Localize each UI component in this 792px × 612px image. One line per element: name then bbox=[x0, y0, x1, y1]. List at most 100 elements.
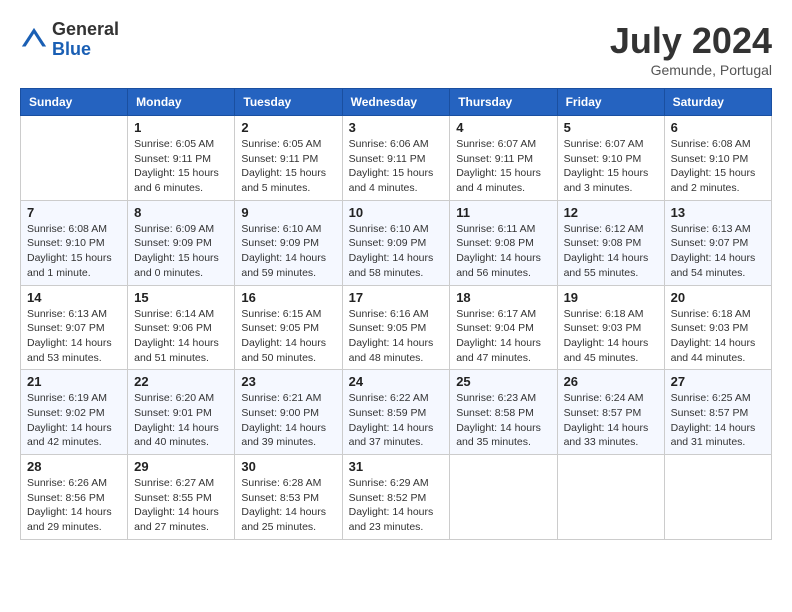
weekday-header-wednesday: Wednesday bbox=[342, 89, 450, 116]
day-info: Sunrise: 6:25 AMSunset: 8:57 PMDaylight:… bbox=[671, 391, 765, 450]
day-info: Sunrise: 6:09 AMSunset: 9:09 PMDaylight:… bbox=[134, 222, 228, 281]
calendar-cell: 20 Sunrise: 6:18 AMSunset: 9:03 PMDayligh… bbox=[664, 285, 771, 370]
day-number: 21 bbox=[27, 374, 121, 389]
day-info: Sunrise: 6:26 AMSunset: 8:56 PMDaylight:… bbox=[27, 476, 121, 535]
day-number: 20 bbox=[671, 290, 765, 305]
day-number: 28 bbox=[27, 459, 121, 474]
day-number: 19 bbox=[564, 290, 658, 305]
day-number: 16 bbox=[241, 290, 335, 305]
calendar-cell: 21Sunrise: 6:19 AMSunset: 9:02 PMDayligh… bbox=[21, 370, 128, 455]
weekday-header-monday: Monday bbox=[128, 89, 235, 116]
day-info: Sunrise: 6:14 AMSunset: 9:06 PMDaylight:… bbox=[134, 307, 228, 366]
calendar-cell: 4 Sunrise: 6:07 AMSunset: 9:11 PMDaylight… bbox=[450, 116, 557, 201]
day-info: Sunrise: 6:17 AMSunset: 9:04 PMDaylight:… bbox=[456, 307, 550, 366]
logo-icon bbox=[20, 26, 48, 54]
day-number: 4 bbox=[456, 120, 550, 135]
day-number: 13 bbox=[671, 205, 765, 220]
calendar-cell: 3 Sunrise: 6:06 AMSunset: 9:11 PMDaylight… bbox=[342, 116, 450, 201]
calendar-cell: 23 Sunrise: 6:21 AMSunset: 9:00 PMDayligh… bbox=[235, 370, 342, 455]
day-number: 22 bbox=[134, 374, 228, 389]
day-info: Sunrise: 6:18 AMSunset: 9:03 PMDaylight:… bbox=[671, 307, 765, 366]
title-block: July 2024 Gemunde, Portugal bbox=[610, 20, 772, 78]
day-number: 14 bbox=[27, 290, 121, 305]
day-info: Sunrise: 6:05 AMSunset: 9:11 PMDaylight:… bbox=[241, 137, 335, 196]
day-number: 23 bbox=[241, 374, 335, 389]
location: Gemunde, Portugal bbox=[610, 62, 772, 78]
day-info: Sunrise: 6:12 AMSunset: 9:08 PMDaylight:… bbox=[564, 222, 658, 281]
day-info: Sunrise: 6:11 AMSunset: 9:08 PMDaylight:… bbox=[456, 222, 550, 281]
calendar-cell: 1 Sunrise: 6:05 AMSunset: 9:11 PMDaylight… bbox=[128, 116, 235, 201]
day-number: 27 bbox=[671, 374, 765, 389]
calendar-week-4: 21Sunrise: 6:19 AMSunset: 9:02 PMDayligh… bbox=[21, 370, 772, 455]
month-title: July 2024 bbox=[610, 20, 772, 62]
calendar-cell: 10 Sunrise: 6:10 AMSunset: 9:09 PMDayligh… bbox=[342, 200, 450, 285]
day-info: Sunrise: 6:08 AMSunset: 9:10 PMDaylight:… bbox=[27, 222, 121, 281]
day-info: Sunrise: 6:08 AMSunset: 9:10 PMDaylight:… bbox=[671, 137, 765, 196]
day-number: 17 bbox=[349, 290, 444, 305]
day-number: 3 bbox=[349, 120, 444, 135]
calendar-cell: 6 Sunrise: 6:08 AMSunset: 9:10 PMDaylight… bbox=[664, 116, 771, 201]
day-number: 10 bbox=[349, 205, 444, 220]
calendar-cell: 2 Sunrise: 6:05 AMSunset: 9:11 PMDaylight… bbox=[235, 116, 342, 201]
day-info: Sunrise: 6:27 AMSunset: 8:55 PMDaylight:… bbox=[134, 476, 228, 535]
calendar-cell: 19 Sunrise: 6:18 AMSunset: 9:03 PMDayligh… bbox=[557, 285, 664, 370]
day-info: Sunrise: 6:29 AMSunset: 8:52 PMDaylight:… bbox=[349, 476, 444, 535]
day-number: 31 bbox=[349, 459, 444, 474]
logo-text: General Blue bbox=[52, 20, 119, 60]
calendar-cell: 17 Sunrise: 6:16 AMSunset: 9:05 PMDayligh… bbox=[342, 285, 450, 370]
day-info: Sunrise: 6:05 AMSunset: 9:11 PMDaylight:… bbox=[134, 137, 228, 196]
day-info: Sunrise: 6:24 AMSunset: 8:57 PMDaylight:… bbox=[564, 391, 658, 450]
calendar-cell bbox=[450, 455, 557, 540]
weekday-header-tuesday: Tuesday bbox=[235, 89, 342, 116]
calendar-cell: 16 Sunrise: 6:15 AMSunset: 9:05 PMDayligh… bbox=[235, 285, 342, 370]
day-info: Sunrise: 6:20 AMSunset: 9:01 PMDaylight:… bbox=[134, 391, 228, 450]
calendar-cell: 25 Sunrise: 6:23 AMSunset: 8:58 PMDayligh… bbox=[450, 370, 557, 455]
calendar-cell: 15 Sunrise: 6:14 AMSunset: 9:06 PMDayligh… bbox=[128, 285, 235, 370]
day-info: Sunrise: 6:15 AMSunset: 9:05 PMDaylight:… bbox=[241, 307, 335, 366]
calendar-cell: 27 Sunrise: 6:25 AMSunset: 8:57 PMDayligh… bbox=[664, 370, 771, 455]
calendar-week-2: 7 Sunrise: 6:08 AMSunset: 9:10 PMDaylight… bbox=[21, 200, 772, 285]
day-number: 5 bbox=[564, 120, 658, 135]
calendar-cell: 11 Sunrise: 6:11 AMSunset: 9:08 PMDayligh… bbox=[450, 200, 557, 285]
calendar-cell: 12 Sunrise: 6:12 AMSunset: 9:08 PMDayligh… bbox=[557, 200, 664, 285]
day-number: 11 bbox=[456, 205, 550, 220]
calendar-cell: 30Sunrise: 6:28 AMSunset: 8:53 PMDayligh… bbox=[235, 455, 342, 540]
calendar-cell: 26 Sunrise: 6:24 AMSunset: 8:57 PMDayligh… bbox=[557, 370, 664, 455]
day-number: 18 bbox=[456, 290, 550, 305]
calendar-cell: 9Sunrise: 6:10 AMSunset: 9:09 PMDaylight… bbox=[235, 200, 342, 285]
logo-general-text: General bbox=[52, 20, 119, 40]
day-info: Sunrise: 6:10 AMSunset: 9:09 PMDaylight:… bbox=[349, 222, 444, 281]
calendar-cell: 13 Sunrise: 6:13 AMSunset: 9:07 PMDayligh… bbox=[664, 200, 771, 285]
calendar-cell: 14 Sunrise: 6:13 AMSunset: 9:07 PMDayligh… bbox=[21, 285, 128, 370]
day-number: 15 bbox=[134, 290, 228, 305]
day-info: Sunrise: 6:13 AMSunset: 9:07 PMDaylight:… bbox=[671, 222, 765, 281]
day-info: Sunrise: 6:07 AMSunset: 9:10 PMDaylight:… bbox=[564, 137, 658, 196]
day-number: 26 bbox=[564, 374, 658, 389]
day-info: Sunrise: 6:13 AMSunset: 9:07 PMDaylight:… bbox=[27, 307, 121, 366]
logo: General Blue bbox=[20, 20, 119, 60]
calendar-cell: 31 Sunrise: 6:29 AMSunset: 8:52 PMDayligh… bbox=[342, 455, 450, 540]
calendar-cell bbox=[664, 455, 771, 540]
weekday-header-thursday: Thursday bbox=[450, 89, 557, 116]
day-info: Sunrise: 6:07 AMSunset: 9:11 PMDaylight:… bbox=[456, 137, 550, 196]
day-info: Sunrise: 6:16 AMSunset: 9:05 PMDaylight:… bbox=[349, 307, 444, 366]
day-number: 6 bbox=[671, 120, 765, 135]
day-number: 12 bbox=[564, 205, 658, 220]
day-number: 7 bbox=[27, 205, 121, 220]
day-info: Sunrise: 6:06 AMSunset: 9:11 PMDaylight:… bbox=[349, 137, 444, 196]
day-info: Sunrise: 6:21 AMSunset: 9:00 PMDaylight:… bbox=[241, 391, 335, 450]
calendar-week-3: 14 Sunrise: 6:13 AMSunset: 9:07 PMDayligh… bbox=[21, 285, 772, 370]
day-number: 2 bbox=[241, 120, 335, 135]
calendar-week-1: 1 Sunrise: 6:05 AMSunset: 9:11 PMDaylight… bbox=[21, 116, 772, 201]
day-number: 29 bbox=[134, 459, 228, 474]
day-info: Sunrise: 6:18 AMSunset: 9:03 PMDaylight:… bbox=[564, 307, 658, 366]
calendar-cell: 28 Sunrise: 6:26 AMSunset: 8:56 PMDayligh… bbox=[21, 455, 128, 540]
calendar-cell bbox=[557, 455, 664, 540]
day-number: 25 bbox=[456, 374, 550, 389]
calendar-cell: 29 Sunrise: 6:27 AMSunset: 8:55 PMDayligh… bbox=[128, 455, 235, 540]
day-number: 8 bbox=[134, 205, 228, 220]
calendar-cell: 7 Sunrise: 6:08 AMSunset: 9:10 PMDaylight… bbox=[21, 200, 128, 285]
day-number: 1 bbox=[134, 120, 228, 135]
day-number: 9 bbox=[241, 205, 335, 220]
day-info: Sunrise: 6:23 AMSunset: 8:58 PMDaylight:… bbox=[456, 391, 550, 450]
